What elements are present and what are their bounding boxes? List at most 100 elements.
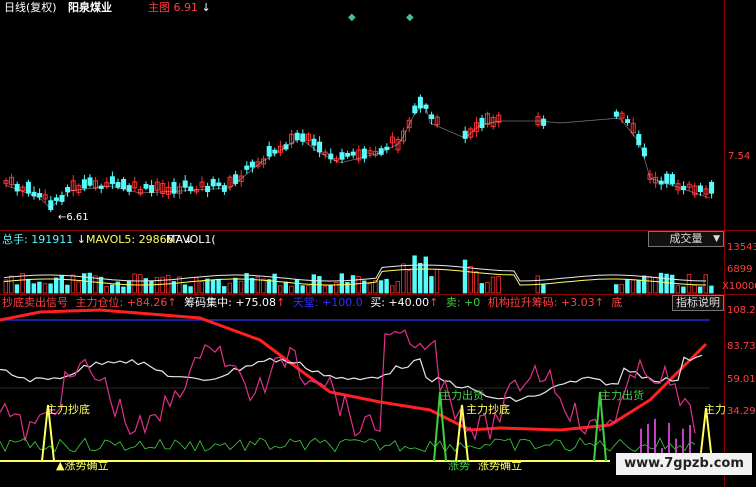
volume-bar xyxy=(468,265,473,294)
candle-body xyxy=(37,193,43,198)
main-bottom-annotation: 主力抄底 xyxy=(46,403,90,416)
volume-bar xyxy=(395,281,400,294)
candle-body xyxy=(249,161,255,168)
volume-bar xyxy=(412,255,417,294)
stock-name[interactable]: 阳泉煤业 xyxy=(68,1,112,14)
low-price-text: 6.61 xyxy=(66,212,89,223)
volume-bar xyxy=(642,275,647,294)
site-watermark: www.7gpzb.com xyxy=(616,453,752,475)
volume-bar xyxy=(294,279,300,294)
candle-body xyxy=(664,173,670,184)
volume-type-dropdown[interactable]: 成交量 ▼ xyxy=(648,231,724,247)
volume-bar xyxy=(210,279,216,294)
volume-bar xyxy=(37,281,42,294)
volume-bar xyxy=(664,273,669,294)
volume-bar xyxy=(406,269,412,294)
sell-line xyxy=(0,437,696,453)
candle-body xyxy=(115,182,121,188)
volume-bar xyxy=(14,284,20,294)
volume-bar xyxy=(367,283,372,294)
candle-body xyxy=(53,197,59,201)
volume-bar xyxy=(658,272,664,294)
indicator-header: 抄底卖出信号 主力仓位: +84.26↑ 筹码集中: +75.08↑ 天堂: +… xyxy=(2,296,622,309)
candle-body xyxy=(709,181,715,194)
volume-bar xyxy=(249,277,255,294)
volume-bar xyxy=(300,285,305,294)
candle-body xyxy=(625,119,631,123)
signal-spike xyxy=(433,391,447,462)
price-ma-line xyxy=(5,105,711,209)
volume-bar xyxy=(25,278,31,294)
bottom-value: 底 xyxy=(611,296,623,309)
sky-top-value: 天堂: +100.0 xyxy=(292,296,363,309)
rise-confirmed-annotation: ▲涨势确立 xyxy=(56,459,109,472)
up-arrow-icon: ↑ xyxy=(167,296,177,309)
candle-body xyxy=(87,177,93,186)
top-price-text: 主图 6.91 xyxy=(148,1,198,14)
main-position-value: 主力仓位: +84.26 xyxy=(75,296,168,309)
volume-bar xyxy=(149,280,154,294)
indicator-title[interactable]: 抄底卖出信号 xyxy=(2,296,68,309)
volume-bar xyxy=(76,281,81,294)
volume-bar xyxy=(401,263,406,294)
main-sell-annotation: 主力出货 xyxy=(440,389,484,402)
main-bottom-annotation: 主力抄底 xyxy=(466,403,510,416)
volume-bar xyxy=(216,278,221,294)
volume-bar xyxy=(54,277,59,294)
volume-bar xyxy=(619,284,624,294)
chevron-down-icon: ▼ xyxy=(713,234,720,244)
volume-bar xyxy=(277,285,283,294)
indicator-axis-label-2: 83.73 xyxy=(727,341,756,352)
volume-bar xyxy=(193,277,199,294)
price-axis-label: 7.54 xyxy=(728,151,751,162)
volume-bar xyxy=(104,286,109,294)
indicator-axis-label-3: 59.01 xyxy=(727,374,756,385)
volume-bar xyxy=(630,279,636,294)
volume-axis-label-top: 13543 xyxy=(727,242,756,253)
candle-body xyxy=(697,185,703,193)
volume-bar xyxy=(485,282,490,294)
volume-bar xyxy=(473,271,479,294)
candle-body xyxy=(479,117,485,129)
candle-body xyxy=(109,176,115,185)
volume-bar xyxy=(703,274,708,294)
candle-body xyxy=(345,152,351,157)
indicator-explain-button[interactable]: 指标说明 xyxy=(672,295,724,311)
candle-body xyxy=(317,141,323,153)
volume-bar xyxy=(462,259,468,294)
volume-bar xyxy=(59,274,64,294)
main-position-line xyxy=(0,308,708,432)
diamond-icon: ◆ xyxy=(348,12,356,23)
volume-bar xyxy=(322,285,328,294)
volume-bar xyxy=(160,276,165,294)
volume-bar xyxy=(328,284,333,294)
candle-body xyxy=(149,185,155,193)
volume-bar xyxy=(356,276,361,294)
down-arrow-icon: ↓ xyxy=(76,233,86,246)
volume-bar xyxy=(636,279,641,294)
volume-bar xyxy=(98,276,104,294)
candle-body xyxy=(244,165,250,170)
volume-bar xyxy=(305,285,311,294)
candle-body xyxy=(669,174,675,185)
volume-bar xyxy=(221,286,227,294)
volume-bar xyxy=(261,278,266,294)
indicator-axis-label-1: 108.2 xyxy=(727,305,756,316)
volume-bar xyxy=(479,283,484,294)
up-arrow-icon: ↑ xyxy=(276,296,286,309)
volume-bar xyxy=(154,277,160,294)
volume-bar xyxy=(87,272,92,294)
volume-bar xyxy=(48,283,53,294)
candle-body xyxy=(182,180,188,188)
volume-bar xyxy=(110,284,115,294)
volume-bar xyxy=(670,274,675,294)
volume-bars xyxy=(3,255,714,294)
volume-bar xyxy=(709,285,714,294)
candle-body xyxy=(613,111,619,117)
volume-bar xyxy=(423,256,428,294)
volume-bar xyxy=(675,285,680,294)
main-sell-annotation: 主力出货 xyxy=(600,389,644,402)
volume-bar xyxy=(339,273,344,294)
volume-bar xyxy=(121,286,126,294)
volume-bar xyxy=(417,262,423,294)
